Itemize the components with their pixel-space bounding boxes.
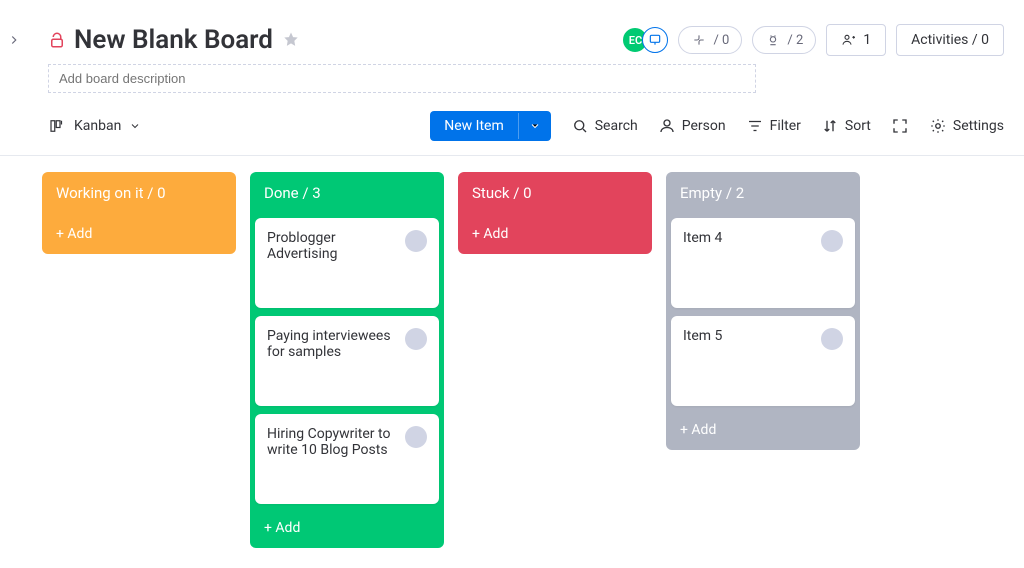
kanban-card[interactable]: Paying interviewees for samples bbox=[255, 316, 439, 406]
column-header[interactable]: Done / 3 bbox=[250, 172, 444, 214]
assignee-avatar[interactable] bbox=[405, 426, 427, 448]
collaborator-add-icon bbox=[642, 27, 668, 53]
column-header[interactable]: Empty / 2 bbox=[666, 172, 860, 214]
column-header[interactable]: Stuck / 0 bbox=[458, 172, 652, 214]
settings-label: Settings bbox=[953, 118, 1004, 134]
view-label: Kanban bbox=[74, 118, 121, 134]
sidebar-expand-button[interactable] bbox=[4, 30, 24, 50]
members-button[interactable]: 1 bbox=[826, 24, 886, 56]
person-icon bbox=[658, 117, 676, 135]
integrations-count: / 0 bbox=[713, 33, 729, 48]
gear-icon bbox=[929, 117, 947, 135]
fullscreen-button[interactable] bbox=[891, 117, 909, 135]
filter-button[interactable]: Filter bbox=[746, 117, 801, 135]
lock-icon bbox=[48, 31, 66, 49]
new-item-label: New Item bbox=[430, 111, 518, 141]
board-toolbar: Kanban New Item Search Person Filter Sor… bbox=[0, 93, 1024, 156]
kanban-card[interactable]: Item 5 bbox=[671, 316, 855, 406]
card-title: Hiring Copywriter to write 10 Blog Posts bbox=[267, 426, 399, 458]
person-label: Person bbox=[682, 118, 726, 134]
assignee-avatar[interactable] bbox=[405, 328, 427, 350]
column-header[interactable]: Working on it / 0 bbox=[42, 172, 236, 214]
card-title: Item 5 bbox=[683, 328, 722, 344]
kanban-column: Stuck / 0+ Add bbox=[458, 172, 652, 254]
new-item-dropdown[interactable] bbox=[518, 113, 551, 139]
kanban-column: Working on it / 0+ Add bbox=[42, 172, 236, 254]
view-selector[interactable]: Kanban bbox=[48, 117, 141, 135]
filter-label: Filter bbox=[770, 118, 801, 134]
board-title[interactable]: New Blank Board bbox=[74, 25, 273, 55]
chevron-down-icon bbox=[529, 120, 541, 132]
card-title: Problogger Advertising bbox=[267, 230, 399, 262]
add-card-button[interactable]: + Add bbox=[458, 214, 652, 254]
sort-button[interactable]: Sort bbox=[821, 117, 871, 135]
search-button[interactable]: Search bbox=[571, 117, 638, 135]
kanban-card[interactable]: Problogger Advertising bbox=[255, 218, 439, 308]
activities-button[interactable]: Activities / 0 bbox=[896, 24, 1004, 56]
expand-icon bbox=[891, 117, 909, 135]
automations-count: / 2 bbox=[787, 33, 803, 48]
members-count: 1 bbox=[863, 32, 871, 48]
sort-icon bbox=[821, 117, 839, 135]
presence-avatars[interactable]: EC bbox=[622, 27, 668, 53]
add-card-button[interactable]: + Add bbox=[42, 214, 236, 254]
filter-icon bbox=[746, 117, 764, 135]
board-header: New Blank Board EC / 0 / 2 1 bbox=[0, 0, 1024, 93]
chevron-down-icon bbox=[129, 120, 141, 132]
board-description-input[interactable] bbox=[48, 64, 756, 93]
star-icon[interactable] bbox=[281, 30, 301, 50]
search-icon bbox=[571, 117, 589, 135]
settings-button[interactable]: Settings bbox=[929, 117, 1004, 135]
add-card-button[interactable]: + Add bbox=[666, 410, 860, 450]
integrations-pill[interactable]: / 0 bbox=[678, 26, 742, 54]
kanban-column: Empty / 2 Item 4 Item 5 + Add bbox=[666, 172, 860, 450]
kanban-board: Working on it / 0+ AddDone / 3Problogger… bbox=[0, 156, 1024, 568]
automations-pill[interactable]: / 2 bbox=[752, 26, 816, 54]
search-label: Search bbox=[595, 118, 638, 134]
sort-label: Sort bbox=[845, 118, 871, 134]
assignee-avatar[interactable] bbox=[821, 328, 843, 350]
card-title: Item 4 bbox=[683, 230, 722, 246]
kanban-card[interactable]: Hiring Copywriter to write 10 Blog Posts bbox=[255, 414, 439, 504]
assignee-avatar[interactable] bbox=[405, 230, 427, 252]
assignee-avatar[interactable] bbox=[821, 230, 843, 252]
new-item-button[interactable]: New Item bbox=[430, 111, 551, 141]
card-title: Paying interviewees for samples bbox=[267, 328, 399, 360]
kanban-card[interactable]: Item 4 bbox=[671, 218, 855, 308]
add-card-button[interactable]: + Add bbox=[250, 508, 444, 548]
person-filter-button[interactable]: Person bbox=[658, 117, 726, 135]
activities-label: Activities / 0 bbox=[911, 32, 989, 48]
kanban-column: Done / 3 Problogger Advertising Paying int… bbox=[250, 172, 444, 548]
